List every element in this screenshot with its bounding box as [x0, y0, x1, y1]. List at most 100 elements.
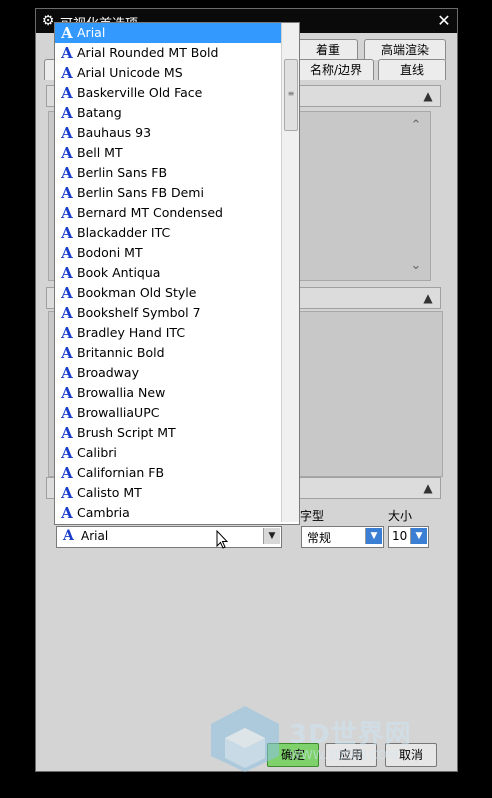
mouse-cursor-icon: [216, 530, 229, 549]
font-combo[interactable]: A Arial ▼: [56, 526, 282, 548]
font-name: Bell MT: [77, 145, 123, 160]
font-a-icon: A: [61, 364, 73, 382]
font-list-item[interactable]: A Cambria: [55, 503, 281, 523]
size-combo[interactable]: 10 ▼: [388, 526, 429, 548]
font-list-item[interactable]: A Bodoni MT: [55, 243, 281, 263]
chevron-down-icon[interactable]: ▼: [365, 528, 382, 544]
font-combo-value: Arial: [81, 529, 109, 543]
font-a-icon: A: [61, 484, 73, 502]
style-label: 字型: [300, 509, 325, 523]
watermark: 3D世界网 WWW.3DSJW.COM: [203, 704, 473, 774]
font-a-icon: A: [61, 164, 73, 182]
font-a-icon: A: [61, 444, 73, 462]
font-a-icon: A: [61, 344, 73, 362]
font-a-icon: A: [61, 224, 73, 242]
font-list-item[interactable]: A Bauhaus 93: [55, 123, 281, 143]
font-a-icon: A: [61, 424, 73, 442]
chevron-up-icon[interactable]: ⌃: [408, 118, 424, 134]
font-a-icon: A: [61, 384, 73, 402]
font-a-icon: A: [61, 204, 73, 222]
tab-emphasis[interactable]: 着重: [298, 39, 358, 60]
font-name: Bodoni MT: [77, 245, 143, 260]
font-list-item[interactable]: A Bernard MT Condensed: [55, 203, 281, 223]
font-dropdown-list[interactable]: A Arial A Arial Rounded MT Bold A Arial Unico…: [54, 22, 300, 525]
font-list-item[interactable]: A Arial Unicode MS: [55, 63, 281, 83]
font-name: Batang: [77, 105, 122, 120]
font-a-icon: A: [61, 404, 73, 422]
font-list-item[interactable]: A Bookman Old Style: [55, 283, 281, 303]
font-a-icon: A: [61, 104, 73, 122]
font-list-item[interactable]: A Browallia New: [55, 383, 281, 403]
font-a-icon: A: [61, 44, 73, 62]
font-a-icon: A: [61, 464, 73, 482]
font-a-icon: A: [61, 244, 73, 262]
font-list-item[interactable]: A Californian FB: [55, 463, 281, 483]
font-list-item[interactable]: A Arial Rounded MT Bold: [55, 43, 281, 63]
scrollbar[interactable]: ≡: [281, 23, 299, 522]
font-list-item[interactable]: A Calibri: [55, 443, 281, 463]
scroll-thumb[interactable]: ≡: [284, 59, 298, 131]
font-name: Broadway: [77, 365, 139, 380]
chevron-up-icon[interactable]: ▲: [420, 480, 436, 496]
tab-lines[interactable]: 直线: [378, 59, 446, 80]
font-a-icon: A: [61, 284, 73, 302]
font-name: Baskerville Old Face: [77, 85, 203, 100]
font-name: Berlin Sans FB Demi: [77, 185, 204, 200]
font-list-item[interactable]: A Bradley Hand ITC: [55, 323, 281, 343]
font-list-item[interactable]: A BrowalliaUPC: [55, 403, 281, 423]
font-a-icon: A: [61, 304, 73, 322]
font-name: Calisto MT: [77, 485, 142, 500]
size-label: 大小: [388, 509, 413, 523]
font-list-item[interactable]: A Batang: [55, 103, 281, 123]
font-list-item[interactable]: A Berlin Sans FB: [55, 163, 281, 183]
font-list-item[interactable]: A Britannic Bold: [55, 343, 281, 363]
font-a-icon: A: [61, 124, 73, 142]
font-name: Arial Unicode MS: [77, 65, 183, 80]
font-list-item[interactable]: A Baskerville Old Face: [55, 83, 281, 103]
grip-icon: ≡: [287, 89, 295, 98]
chevron-up-icon[interactable]: ▲: [420, 290, 436, 306]
font-list-item[interactable]: A Brush Script MT: [55, 423, 281, 443]
font-a-icon: A: [63, 528, 74, 544]
cube-logo-icon: [211, 706, 279, 772]
font-name: Bauhaus 93: [77, 125, 152, 140]
font-name: Book Antiqua: [77, 265, 161, 280]
style-combo-value: 常规: [307, 531, 332, 545]
font-list-item[interactable]: A Book Antiqua: [55, 263, 281, 283]
chevron-down-icon[interactable]: ▼: [410, 528, 427, 544]
font-name: Browallia New: [77, 385, 166, 400]
font-list-item[interactable]: A Broadway: [55, 363, 281, 383]
font-list-item[interactable]: A Blackadder ITC: [55, 223, 281, 243]
chevron-down-icon[interactable]: ⌄: [408, 258, 424, 274]
tab-high-end-rendering[interactable]: 高端渲染: [364, 39, 446, 60]
watermark-url: WWW.3DSJW.COM: [289, 748, 398, 762]
font-name: Cambria: [77, 505, 130, 520]
font-list-item[interactable]: A Bell MT: [55, 143, 281, 163]
tab-name-border[interactable]: 名称/边界: [298, 59, 374, 80]
chevron-up-icon[interactable]: ▲: [420, 88, 436, 104]
close-icon[interactable]: ✕: [435, 11, 453, 31]
font-a-icon: A: [61, 24, 73, 42]
chevron-down-icon[interactable]: ▼: [263, 528, 280, 544]
font-name: Arial: [77, 25, 106, 40]
font-a-icon: A: [61, 324, 73, 342]
font-list-item[interactable]: A Berlin Sans FB Demi: [55, 183, 281, 203]
font-name: Berlin Sans FB: [77, 165, 168, 180]
font-a-icon: A: [61, 504, 73, 522]
font-name: Arial Rounded MT Bold: [77, 45, 219, 60]
font-a-icon: A: [61, 64, 73, 82]
font-name: Bradley Hand ITC: [77, 325, 186, 340]
font-name: Californian FB: [77, 465, 165, 480]
font-list-item[interactable]: A Bookshelf Symbol 7: [55, 303, 281, 323]
font-list-item[interactable]: A Calisto MT: [55, 483, 281, 503]
font-name: Brush Script MT: [77, 425, 176, 440]
font-name: Bookshelf Symbol 7: [77, 305, 201, 320]
size-combo-value: 10: [392, 529, 408, 543]
font-name: Britannic Bold: [77, 345, 165, 360]
watermark-text: 3D世界网: [289, 720, 412, 750]
font-list-item[interactable]: A Arial: [55, 23, 281, 43]
font-a-icon: A: [61, 84, 73, 102]
style-combo[interactable]: 常规 ▼: [301, 526, 384, 548]
font-name: Blackadder ITC: [77, 225, 171, 240]
font-a-icon: A: [61, 184, 73, 202]
